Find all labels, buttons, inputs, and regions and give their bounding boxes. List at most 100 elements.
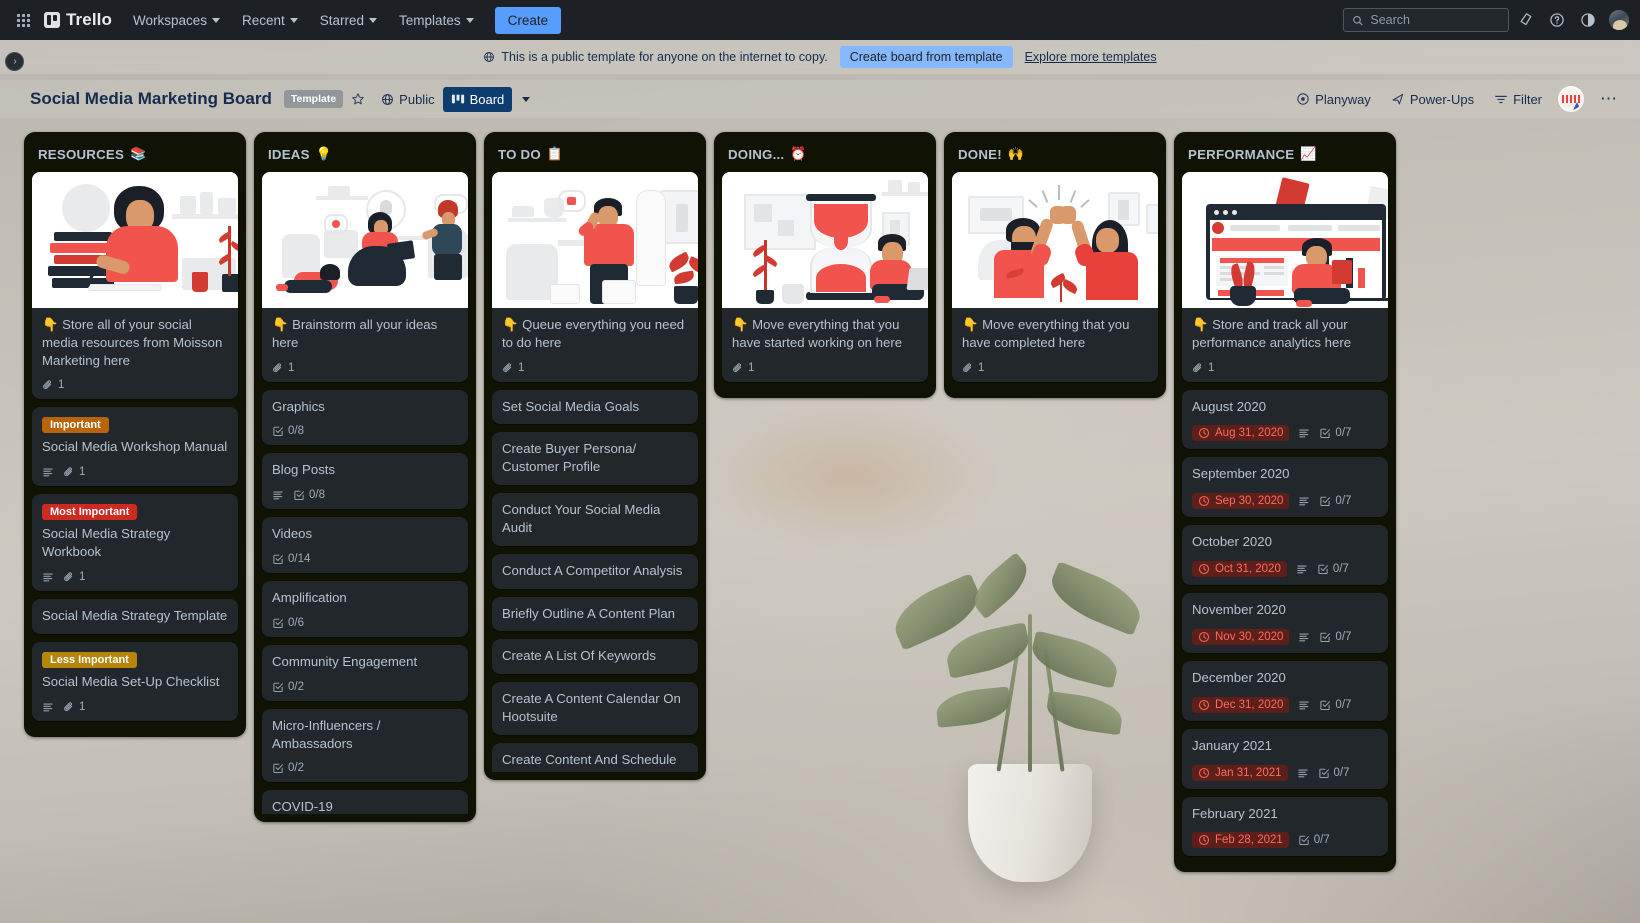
nav-workspaces-button[interactable]: Workspaces [124,7,229,34]
card-briefly-outline-content-plan[interactable]: Briefly Outline A Content Plan [492,596,698,632]
card-february-2021[interactable]: February 2021 Feb 28, 2021 0/7 [1182,796,1388,857]
cards-container: 👇 Move everything that you have complete… [952,172,1162,390]
power-ups-button[interactable]: Power-Ups [1383,87,1482,112]
trello-logo[interactable]: Trello [40,8,120,32]
card-social-media-workshop-manual[interactable]: Important Social Media Workshop Manual 1 [32,407,238,487]
card-social-media-strategy-workbook[interactable]: Most Important Social Media Strategy Wor… [32,494,238,591]
list-header-ideas[interactable]: IDEAS 💡 [262,140,472,172]
card-badges: Feb 28, 2021 0/7 [1182,828,1388,856]
list-to-do: TO DO 📋 👇 Queue everything you need to d… [484,132,706,780]
card-october-2020[interactable]: October 2020 Oct 31, 2020 0/7 [1182,525,1388,586]
list-header-done[interactable]: DONE! 🙌 [952,140,1162,172]
attachment-count: 1 [58,379,65,392]
create-board-from-template-button[interactable]: Create board from template [839,46,1013,68]
card-badges: 0/14 [262,549,468,573]
create-button[interactable]: Create [494,6,562,34]
list-header-to-do[interactable]: TO DO 📋 [492,140,702,172]
label-important[interactable]: Important [42,417,109,434]
card-social-media-strategy-template[interactable]: Social Media Strategy Template [32,598,238,634]
search-box[interactable] [1343,8,1509,32]
card-with-cover[interactable]: 👇 Store and track all your performance a… [1182,172,1388,382]
attachment-icon [1193,362,1202,372]
card-social-media-setup-checklist[interactable]: Less Important Social Media Set-Up Check… [32,641,238,721]
chevron-down-icon [465,17,474,23]
notifications-bell-icon[interactable] [1512,6,1540,34]
card-with-cover[interactable]: 👇 Store all of your social media resourc… [32,172,238,400]
card-create-content-calendar[interactable]: Create A Content Calendar On Hootsuite [492,682,698,735]
filter-label: Filter [1513,91,1542,107]
card-create-list-of-keywords[interactable]: Create A List Of Keywords [492,639,698,675]
card-conduct-competitor-analysis[interactable]: Conduct A Competitor Analysis [492,553,698,589]
card-community-engagement[interactable]: Community Engagement 0/2 [262,644,468,701]
checklist-icon [1320,700,1331,710]
list-header-doing[interactable]: DOING... ⏰ [722,140,932,172]
planyway-button[interactable]: Planyway [1288,87,1379,112]
card-with-cover[interactable]: 👇 Queue everything you need to do here 1 [492,172,698,382]
due-date-badge[interactable]: Dec 31, 2020 [1192,696,1290,713]
board-views-dropdown[interactable] [512,92,538,107]
grid-apps-icon[interactable] [10,7,36,33]
checklist-icon [273,764,284,774]
card-set-social-media-goals[interactable]: Set Social Media Goals [492,389,698,425]
description-icon [1299,701,1310,709]
trello-logo-text: Trello [66,10,112,29]
board-visibility-button[interactable]: Public [373,87,442,112]
board-visibility-label: Public [399,91,435,107]
card-videos[interactable]: Videos 0/14 [262,517,468,574]
board-member-avatar[interactable] [1558,86,1584,112]
due-date-badge[interactable]: Oct 31, 2020 [1192,561,1287,578]
checklist-icon [273,427,284,437]
list-title: DONE! [958,146,1002,162]
card-december-2020[interactable]: December 2020 Dec 31, 2020 0/7 [1182,660,1388,721]
filter-button[interactable]: Filter [1486,87,1550,112]
card-august-2020[interactable]: August 2020 Aug 31, 2020 0/7 [1182,389,1388,450]
search-input[interactable] [1370,13,1500,27]
card-graphics[interactable]: Graphics 0/8 [262,389,468,446]
more-menu-icon[interactable]: ⋯ [1592,89,1626,109]
card-with-cover[interactable]: 👇 Move everything that you have started … [722,172,928,382]
account-avatar[interactable] [1608,9,1630,31]
card-november-2020[interactable]: November 2020 Nov 30, 2020 0/7 [1182,593,1388,653]
books-emoji-icon: 📚 [130,146,147,161]
list-header-performance[interactable]: PERFORMANCE 📈 [1182,140,1392,172]
list-doing: DOING... ⏰ 👇 Move everything that you ha… [714,132,936,398]
due-date-badge[interactable]: Feb 28, 2021 [1192,832,1289,849]
tab-board-view[interactable]: Board [442,86,513,112]
due-date-badge[interactable]: Aug 31, 2020 [1192,425,1290,442]
card-covid-19[interactable]: COVID-19 [262,790,468,814]
list-title: RESOURCES [38,146,125,162]
nav-recent-button[interactable]: Recent [233,7,307,34]
checklist-badge: 0/7 [1319,427,1351,439]
label-less-important[interactable]: Less Important [42,651,137,668]
label-most-important[interactable]: Most Important [42,504,138,521]
card-with-cover[interactable]: 👇 Brainstorm all your ideas here 1 [262,172,468,382]
explore-more-templates-link[interactable]: Explore more templates [1025,50,1157,64]
card-create-buyer-persona[interactable]: Create Buyer Persona/ Customer Profile [492,432,698,486]
card-with-cover[interactable]: 👇 Move everything that you have complete… [952,172,1158,382]
card-micro-influencers[interactable]: Micro-Influencers / Ambassadors 0/2 [262,708,468,783]
card-january-2021[interactable]: January 2021 Jan 31, 2021 0/7 [1182,728,1388,789]
list-header-resources[interactable]: RESOURCES 📚 [32,140,242,172]
card-blog-posts[interactable]: Blog Posts 0/8 [262,453,468,510]
due-date-badge[interactable]: Jan 31, 2021 [1192,764,1288,781]
card-amplification[interactable]: Amplification 0/6 [262,581,468,637]
star-board-button[interactable] [343,87,373,111]
theme-contrast-icon[interactable] [1574,6,1602,34]
due-date-badge[interactable]: Sep 30, 2020 [1192,493,1290,510]
template-badge[interactable]: Template [283,90,344,108]
checklist-icon [1299,836,1309,846]
expand-sidebar-button[interactable]: › [5,52,24,71]
nav-starred-button[interactable]: Starred [311,7,386,34]
card-september-2020[interactable]: September 2020 Sep 30, 2020 0/7 [1182,457,1388,518]
clock-icon [1198,835,1210,846]
card-title: Set Social Media Goals [502,398,640,414]
card-conduct-social-media-audit[interactable]: Conduct Your Social Media Audit [492,493,698,546]
chevron-down-icon [522,96,531,102]
checklist-badge: 0/2 [272,762,304,774]
nav-templates-button[interactable]: Templates [390,7,483,34]
attachment-count: 1 [288,361,295,374]
help-icon[interactable] [1543,6,1571,34]
cards-container: 👇 Move everything that you have started … [722,172,932,390]
card-create-content-and-schedule[interactable]: Create Content And Schedule [492,742,698,772]
due-date-badge[interactable]: Nov 30, 2020 [1192,628,1290,645]
